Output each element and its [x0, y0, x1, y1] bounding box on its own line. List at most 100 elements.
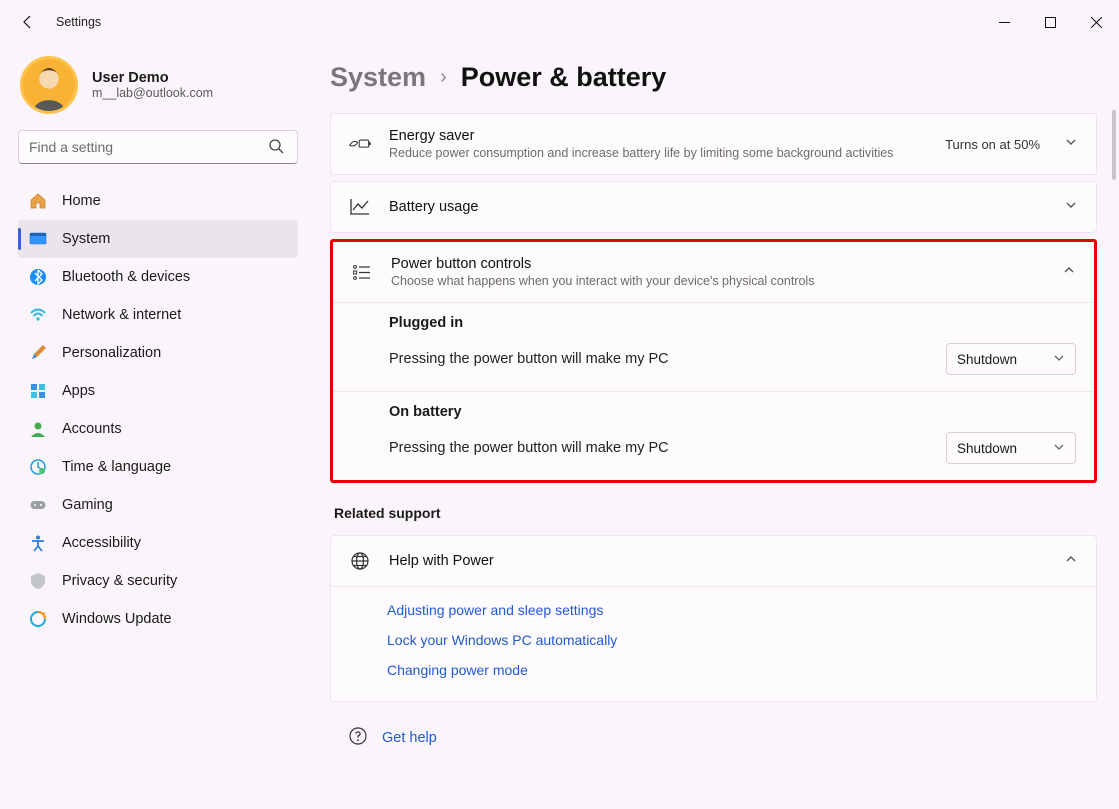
window-minimize-button[interactable]	[981, 6, 1027, 38]
nav-label: Windows Update	[62, 611, 172, 627]
option-label: Pressing the power button will make my P…	[389, 351, 946, 367]
dropdown-value: Shutdown	[957, 441, 1017, 456]
row-on-battery-power-button: Pressing the power button will make my P…	[333, 422, 1094, 480]
chevron-down-icon	[1053, 441, 1065, 456]
nav-apps[interactable]: Apps	[18, 372, 298, 410]
nav-label: Bluetooth & devices	[62, 269, 190, 285]
gamepad-icon	[28, 495, 48, 515]
window-maximize-button[interactable]	[1027, 6, 1073, 38]
nav-accounts[interactable]: Accounts	[18, 410, 298, 448]
nav-label: Personalization	[62, 345, 161, 361]
scrollbar[interactable]	[1112, 110, 1116, 180]
nav-label: Home	[62, 193, 101, 209]
plugged-in-header: Plugged in	[333, 303, 1094, 333]
arrow-left-icon	[20, 14, 36, 30]
card-energy-saver: Energy saver Reduce power consumption an…	[330, 113, 1097, 175]
person-icon	[28, 419, 48, 439]
row-help-with-power[interactable]: Help with Power	[331, 536, 1096, 586]
row-energy-saver[interactable]: Energy saver Reduce power consumption an…	[331, 114, 1096, 174]
nav-windows-update[interactable]: Windows Update	[18, 600, 298, 638]
window-close-button[interactable]	[1073, 6, 1119, 38]
help-links: Adjusting power and sleep settings Lock …	[331, 587, 1096, 701]
dropdown-value: Shutdown	[957, 352, 1017, 367]
card-title: Help with Power	[389, 553, 1046, 569]
sidebar: User Demo m__lab@outlook.com Home System…	[0, 44, 310, 809]
chevron-up-icon	[1062, 263, 1076, 282]
leaf-battery-icon	[349, 133, 371, 155]
card-title: Energy saver	[389, 128, 927, 144]
chart-icon	[349, 196, 371, 218]
nav-label: Accounts	[62, 421, 122, 437]
brush-icon	[28, 343, 48, 363]
breadcrumb-parent[interactable]: System	[330, 62, 426, 93]
card-title: Power button controls	[391, 256, 1044, 272]
user-profile[interactable]: User Demo m__lab@outlook.com	[18, 50, 298, 130]
minimize-icon	[999, 17, 1010, 28]
close-icon	[1091, 17, 1102, 28]
nav-label: Privacy & security	[62, 573, 177, 589]
chevron-down-icon	[1064, 135, 1078, 154]
breadcrumb-current: Power & battery	[461, 62, 667, 93]
accessibility-icon	[28, 533, 48, 553]
nav-home[interactable]: Home	[18, 182, 298, 220]
help-link[interactable]: Lock your Windows PC automatically	[387, 625, 1078, 655]
card-power-button-controls: Power button controls Choose what happen…	[330, 239, 1097, 483]
row-plugged-in-power-button: Pressing the power button will make my P…	[333, 333, 1094, 391]
energy-status: Turns on at 50%	[945, 137, 1040, 152]
avatar	[20, 56, 78, 114]
bluetooth-icon	[28, 267, 48, 287]
get-help-label: Get help	[382, 730, 437, 746]
nav-label: Gaming	[62, 497, 113, 513]
search-icon	[268, 138, 284, 159]
chevron-right-icon: ›	[440, 66, 447, 89]
row-battery-usage[interactable]: Battery usage	[331, 182, 1096, 232]
breadcrumb: System › Power & battery	[330, 44, 1097, 113]
maximize-icon	[1045, 17, 1056, 28]
system-icon	[28, 229, 48, 249]
titlebar: Settings	[0, 0, 1119, 44]
controls-list-icon	[351, 261, 373, 283]
nav-personalization[interactable]: Personalization	[18, 334, 298, 372]
nav-label: Accessibility	[62, 535, 141, 551]
nav-time-language[interactable]: Time & language	[18, 448, 298, 486]
on-battery-header: On battery	[333, 392, 1094, 422]
help-link[interactable]: Changing power mode	[387, 655, 1078, 685]
back-button[interactable]	[12, 6, 44, 38]
apps-icon	[28, 381, 48, 401]
user-name: User Demo	[92, 70, 213, 86]
user-email: m__lab@outlook.com	[92, 86, 213, 100]
nav-accessibility[interactable]: Accessibility	[18, 524, 298, 562]
card-battery-usage: Battery usage	[330, 181, 1097, 233]
card-subtitle: Choose what happens when you interact wi…	[391, 274, 1044, 288]
chevron-up-icon	[1064, 552, 1078, 571]
help-icon	[348, 726, 368, 750]
nav-system[interactable]: System	[18, 220, 298, 258]
nav-label: System	[62, 231, 110, 247]
nav-gaming[interactable]: Gaming	[18, 486, 298, 524]
shield-icon	[28, 571, 48, 591]
app-title: Settings	[56, 15, 101, 29]
nav-bluetooth[interactable]: Bluetooth & devices	[18, 258, 298, 296]
get-help-link[interactable]: Get help	[330, 708, 1097, 750]
dropdown-plugged-in[interactable]: Shutdown	[946, 343, 1076, 375]
nav-label: Time & language	[62, 459, 171, 475]
update-icon	[28, 609, 48, 629]
dropdown-on-battery[interactable]: Shutdown	[946, 432, 1076, 464]
help-link[interactable]: Adjusting power and sleep settings	[387, 595, 1078, 625]
nav-list: Home System Bluetooth & devices Network …	[18, 182, 298, 638]
chevron-down-icon	[1064, 198, 1078, 217]
nav-label: Network & internet	[62, 307, 181, 323]
related-support-header: Related support	[330, 501, 1097, 535]
content-area: System › Power & battery Energy saver Re…	[310, 44, 1119, 809]
row-power-button-controls[interactable]: Power button controls Choose what happen…	[333, 242, 1094, 302]
card-subtitle: Reduce power consumption and increase ba…	[389, 146, 927, 160]
globe-icon	[349, 550, 371, 572]
chevron-down-icon	[1053, 352, 1065, 367]
nav-network[interactable]: Network & internet	[18, 296, 298, 334]
card-title: Battery usage	[389, 199, 1046, 215]
nav-label: Apps	[62, 383, 95, 399]
search-input[interactable]	[18, 130, 298, 164]
home-icon	[28, 191, 48, 211]
nav-privacy[interactable]: Privacy & security	[18, 562, 298, 600]
option-label: Pressing the power button will make my P…	[389, 440, 946, 456]
